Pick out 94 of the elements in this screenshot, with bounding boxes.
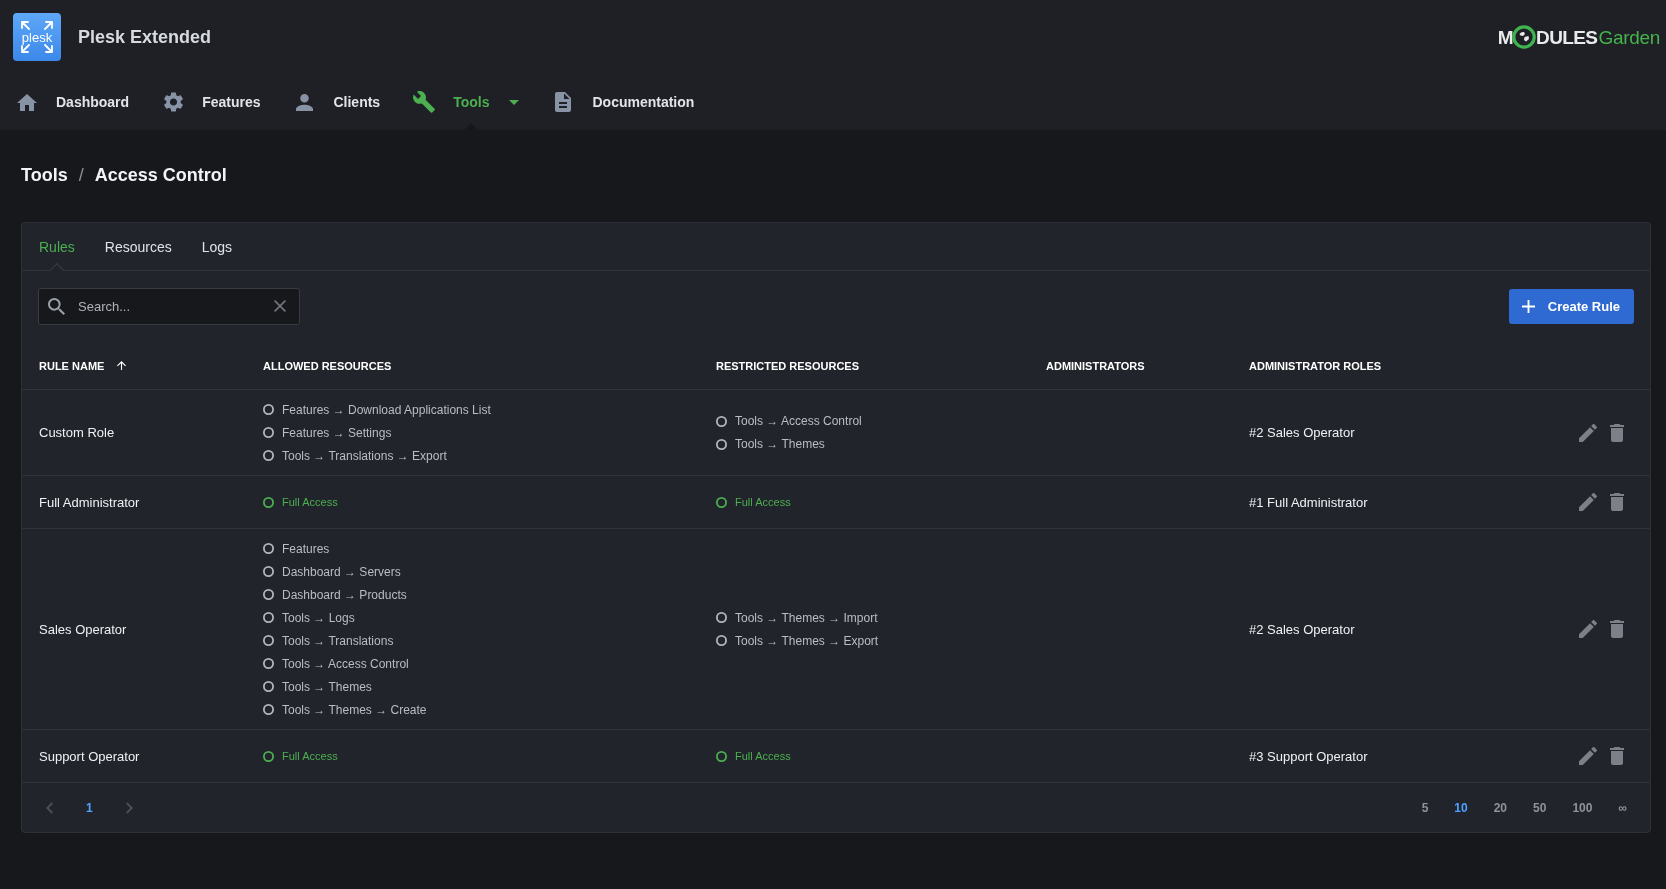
page-size-option[interactable]: ∞ [1612, 800, 1633, 815]
pencil-icon[interactable] [1579, 620, 1597, 638]
resource-path: Dashboard → Servers [282, 564, 401, 579]
search-icon [48, 298, 65, 315]
app-title: Plesk Extended [78, 26, 212, 48]
create-rule-button[interactable]: Create Rule [1508, 289, 1634, 324]
page-size-option[interactable]: 50 [1527, 800, 1553, 815]
trash-icon[interactable] [1610, 493, 1624, 511]
column-header[interactable]: RULE NAME [39, 359, 105, 372]
pencil-icon[interactable] [1579, 747, 1597, 765]
rule-name: Support Operator [39, 748, 141, 764]
role-name: #2 Sales Operator [1249, 425, 1356, 440]
rule-name: Sales Operator [39, 621, 128, 637]
document-icon [555, 92, 572, 112]
ring-icon [716, 496, 727, 508]
home-icon [17, 93, 37, 111]
resource-path: Tools → Themes [735, 437, 825, 451]
page-size-option[interactable]: 100 [1566, 800, 1599, 815]
role-name: #1 Full Administrator [1249, 494, 1369, 510]
ring-icon [263, 658, 274, 669]
resource-path: Tools → Logs [282, 610, 355, 625]
ring-icon [716, 750, 727, 762]
close-icon[interactable] [274, 300, 286, 312]
gear-icon [163, 92, 183, 112]
ring-icon [263, 543, 274, 554]
rule-name: Full Administrator [39, 494, 141, 510]
breadcrumb-item: Access Control [94, 164, 227, 186]
globe-ring-icon [1512, 25, 1536, 49]
ring-icon [263, 635, 274, 646]
column-header[interactable]: ADMINISTRATORS [1046, 359, 1145, 372]
page-number[interactable]: 1 [80, 800, 99, 815]
ring-icon [263, 612, 274, 623]
resource-path: Features [282, 541, 330, 556]
breadcrumb-item[interactable]: Tools [21, 164, 68, 186]
page-size-option[interactable]: 10 [1448, 800, 1474, 815]
person-icon [296, 93, 313, 111]
ring-icon [263, 750, 274, 762]
resource-path: Features → Settings [282, 425, 392, 440]
ring-icon [263, 681, 274, 692]
ring-icon [263, 589, 274, 600]
ring-icon [263, 404, 274, 415]
ring-icon [263, 704, 274, 715]
resource-path: Tools → Access Control [735, 414, 862, 428]
resource-path: Tools → Translations → Export [282, 448, 447, 463]
nav-item[interactable]: Documentation [552, 74, 695, 130]
ring-icon [263, 496, 274, 508]
corner-arrows-icon [21, 21, 53, 53]
full-access-label: Full Access [282, 750, 338, 762]
full-access-label: Full Access [282, 496, 338, 508]
resource-path: Tools → Translations [282, 633, 394, 648]
full-access-label: Full Access [735, 496, 791, 508]
breadcrumb-separator: / [78, 164, 84, 186]
role-name: #3 Support Operator [1249, 748, 1369, 764]
trash-icon[interactable] [1610, 620, 1624, 638]
resource-path: Dashboard → Products [282, 587, 407, 602]
column-header[interactable]: ALLOWED RESOURCES [263, 359, 392, 372]
ring-icon [263, 427, 274, 438]
page-size-option[interactable]: 20 [1487, 800, 1514, 815]
search-field[interactable]: Search... [38, 288, 300, 325]
tab[interactable]: Resources [89, 223, 187, 270]
column-header[interactable]: RESTRICTED RESOURCES [716, 359, 860, 372]
resource-path: Tools → Themes [282, 679, 372, 694]
resource-path: Tools → Themes → Export [735, 633, 879, 648]
nav-item[interactable]: Clients [293, 74, 381, 130]
resource-path: Features → Download Applications List [282, 402, 491, 417]
page-size-option[interactable]: 5 [1415, 800, 1435, 815]
role-name: #2 Sales Operator [1249, 621, 1356, 637]
ring-icon [263, 450, 274, 461]
plus-icon [1521, 300, 1535, 313]
trash-icon[interactable] [1610, 423, 1624, 442]
brand-logo-text: DULES [1536, 27, 1598, 47]
resource-path: Tools → Themes → Import [735, 610, 878, 625]
ring-icon [716, 635, 727, 646]
resource-path: Tools → Themes → Create [282, 702, 427, 717]
resource-path: Tools → Access Control [282, 656, 409, 671]
brand-logo-text: Garden [1598, 27, 1660, 47]
wrench-icon [413, 91, 436, 113]
nav-item[interactable]: Tools [413, 74, 520, 130]
ring-icon [716, 438, 727, 450]
sort-arrow-icon[interactable] [117, 361, 127, 370]
pencil-icon[interactable] [1579, 493, 1597, 511]
ring-icon [263, 566, 274, 577]
nav-item[interactable]: Features [162, 74, 261, 130]
rule-name: Custom Role [39, 425, 116, 440]
brand-logo-text: M [1497, 27, 1513, 47]
nav-item[interactable]: Dashboard [16, 74, 130, 130]
ring-icon [716, 415, 727, 427]
full-access-label: Full Access [735, 750, 791, 762]
tab[interactable]: Logs [186, 223, 248, 270]
pencil-icon[interactable] [1579, 423, 1597, 442]
ring-icon [716, 612, 727, 623]
column-header[interactable]: ADMINISTRATOR ROLES [1249, 359, 1382, 372]
trash-icon[interactable] [1610, 747, 1624, 765]
logo-text: plesk [21, 30, 53, 44]
